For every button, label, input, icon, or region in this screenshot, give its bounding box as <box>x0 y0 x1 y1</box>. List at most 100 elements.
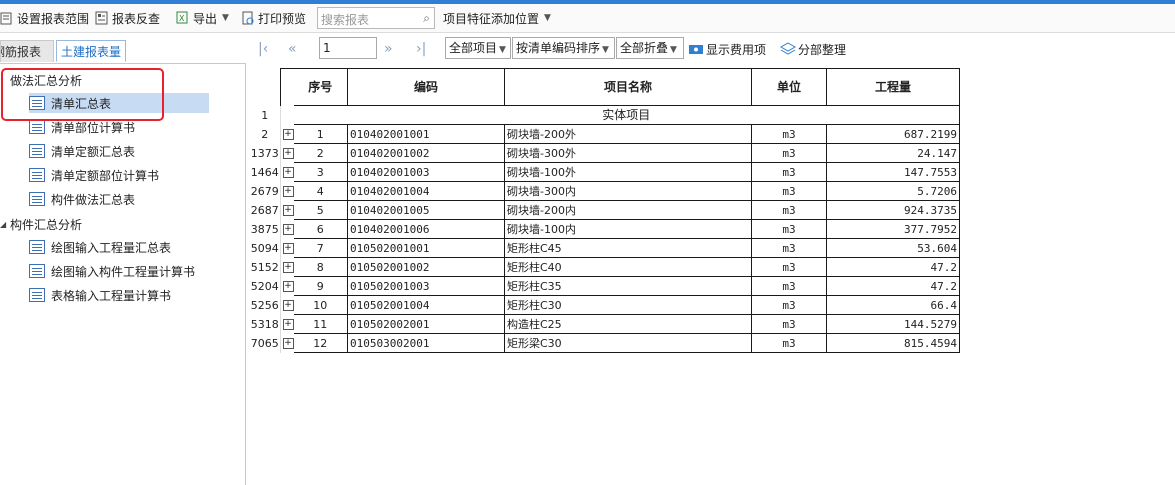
export-button[interactable]: X 导出 ▼ <box>176 8 229 28</box>
fold-select[interactable]: 全部折叠 ▼ <box>616 37 684 59</box>
set-range-button[interactable]: 设置报表范围 <box>0 8 89 28</box>
expand-plus-icon[interactable]: + <box>282 205 294 216</box>
cell-name: 矩形梁C30 <box>504 333 752 353</box>
table-row[interactable]: 5256 +10 010502001004 矩形柱C30 m3 66.4 <box>250 295 960 315</box>
cell-unit: m3 <box>751 238 827 258</box>
header-qty: 工程量 <box>826 68 960 106</box>
table-row[interactable]: 3875 +6 010402001006 砌块墙-100内 m3 377.7952 <box>250 219 960 239</box>
tree-item-bill-summary[interactable]: 清单汇总表 <box>29 93 209 113</box>
left-tab-bar: 钢筋报表量 土建报表量 <box>0 36 246 64</box>
row-number: 1464 <box>250 162 281 182</box>
first-page-icon[interactable]: |‹ <box>258 38 268 60</box>
cell-unit: m3 <box>751 219 827 239</box>
row-number: 1 <box>250 105 281 125</box>
layers-icon <box>779 42 797 56</box>
tab-steel-label: 钢筋报表量 <box>1 45 42 59</box>
search-input[interactable]: 搜索报表 ⌕ <box>317 7 435 29</box>
settings-report-icon <box>0 11 14 25</box>
expand-cell: + <box>279 200 294 220</box>
table-row[interactable]: 5318 +11 010502002001 构造柱C25 m3 144.5279 <box>250 314 960 334</box>
cell-code: 010402001006 <box>347 219 505 239</box>
cell-unit: m3 <box>751 162 827 182</box>
table-row[interactable]: 5094 +7 010502001001 矩形柱C45 m3 53.604 <box>250 238 960 258</box>
cell-code: 010402001003 <box>347 162 505 182</box>
expand-plus-icon[interactable]: + <box>282 281 294 292</box>
expand-plus-icon[interactable]: + <box>282 129 294 140</box>
cell-code: 010503002001 <box>347 333 505 353</box>
tree-item-label: 清单部位计算书 <box>51 120 136 135</box>
arrange-button[interactable]: 分部整理 <box>779 39 846 59</box>
header-unit: 单位 <box>751 68 827 106</box>
report-icon <box>29 240 45 254</box>
add-position-dropdown[interactable]: 项目特征添加位置 ▼ <box>443 8 551 28</box>
collapse-triangle-icon[interactable]: ◢ <box>0 220 10 229</box>
cell-seq: 12 <box>293 333 348 353</box>
table-row[interactable]: 5204 +9 010502001003 矩形柱C35 m3 47.2 <box>250 276 960 296</box>
cell-qty: 47.2 <box>826 276 960 296</box>
page-number-input[interactable]: 1 <box>319 37 377 59</box>
tree-item-component-method[interactable]: 构件做法汇总表 <box>29 189 135 209</box>
tree-item-drawing-summary[interactable]: 绘图输入工程量汇总表 <box>29 237 171 257</box>
cell-name: 构造柱C25 <box>504 314 752 334</box>
tree-item-drawing-component-calc[interactable]: 绘图输入构件工程量计算书 <box>29 261 195 281</box>
tree-group-method[interactable]: 做法汇总分析 <box>10 72 82 89</box>
table-row[interactable]: 2679 +4 010402001004 砌块墙-300内 m3 5.7206 <box>250 181 960 201</box>
table-row[interactable]: 1464 +3 010402001003 砌块墙-100外 m3 147.7553 <box>250 162 960 182</box>
cell-qty: 377.7952 <box>826 219 960 239</box>
expand-plus-icon[interactable]: + <box>282 319 294 330</box>
table-row[interactable]: 5152 +8 010502001002 矩形柱C40 m3 47.2 <box>250 257 960 277</box>
chevron-down-icon: ▼ <box>602 45 609 55</box>
sort-select[interactable]: 按清单编码排序 ▼ <box>512 37 615 59</box>
table-row[interactable]: 1373 +2 010402001002 砌块墙-300外 m3 24.147 <box>250 143 960 163</box>
tree-group-component[interactable]: ◢ 构件汇总分析 <box>0 216 82 233</box>
tree-item-bill-location[interactable]: 清单部位计算书 <box>29 117 135 137</box>
report-icon <box>29 144 45 158</box>
expand-plus-icon[interactable]: + <box>282 148 294 159</box>
show-fee-button[interactable]: 显示费用项 <box>688 39 766 59</box>
expand-plus-icon[interactable]: + <box>282 167 294 178</box>
tree-item-quota-summary[interactable]: 清单定额汇总表 <box>29 141 135 161</box>
cell-code: 010402001002 <box>347 143 505 163</box>
cell-qty: 47.2 <box>826 257 960 277</box>
search-icon[interactable]: ⌕ <box>423 11 430 26</box>
expand-plus-icon[interactable]: + <box>282 300 294 311</box>
report-nav-bar: |‹ « 1 » ›| 全部项目 ▼ 按清单编码排序 ▼ 全部折叠 ▼ 显示费用项 分… <box>250 35 1175 63</box>
table-row[interactable]: 2687 +5 010402001005 砌块墙-200内 m3 924.3735 <box>250 200 960 220</box>
expand-plus-icon[interactable]: + <box>282 243 294 254</box>
section-row: 1 实体项目 <box>250 105 960 125</box>
report-icon <box>29 192 45 206</box>
tree-item-label: 清单定额汇总表 <box>51 144 136 159</box>
add-position-label: 项目特征添加位置 <box>443 11 540 26</box>
tab-civil-report[interactable]: 土建报表量 <box>56 40 126 62</box>
cell-seq: 7 <box>293 238 348 258</box>
row-number: 3875 <box>250 219 281 239</box>
cell-code: 010502001003 <box>347 276 505 296</box>
tree-item-table-calc[interactable]: 表格输入工程量计算书 <box>29 285 171 305</box>
cell-qty: 24.147 <box>826 143 960 163</box>
expand-plus-icon[interactable]: + <box>282 186 294 197</box>
expand-plus-icon[interactable]: + <box>282 338 294 349</box>
cell-qty: 53.604 <box>826 238 960 258</box>
report-check-button[interactable]: 报表反查 <box>95 8 160 28</box>
table-row[interactable]: 2 +1 010402001001 砌块墙-200外 m3 687.2199 <box>250 124 960 144</box>
expand-cell: + <box>279 295 294 315</box>
last-page-icon[interactable]: ›| <box>416 38 426 60</box>
expand-plus-icon[interactable]: + <box>282 224 294 235</box>
expand-plus-icon[interactable]: + <box>282 262 294 273</box>
next-page-icon[interactable]: » <box>384 38 393 60</box>
sort-select-value: 按清单编码排序 <box>516 41 601 55</box>
cell-name: 砌块墙-100内 <box>504 219 752 239</box>
row-number: 2 <box>250 124 281 144</box>
cell-code: 010502001002 <box>347 257 505 277</box>
expand-cell: + <box>279 181 294 201</box>
tab-steel-report[interactable]: 钢筋报表量 <box>0 40 54 62</box>
filter-select[interactable]: 全部项目 ▼ <box>445 37 511 59</box>
tree-item-label: 构件做法汇总表 <box>51 192 136 207</box>
prev-page-icon[interactable]: « <box>288 38 297 60</box>
cell-code: 010402001005 <box>347 200 505 220</box>
cell-qty: 687.2199 <box>826 124 960 144</box>
tree-item-quota-location[interactable]: 清单定额部位计算书 <box>29 165 159 185</box>
print-preview-button[interactable]: 打印预览 <box>241 8 306 28</box>
table-row[interactable]: 7065 +12 010503002001 矩形梁C30 m3 815.4594 <box>250 333 960 353</box>
report-check-icon <box>95 11 109 25</box>
